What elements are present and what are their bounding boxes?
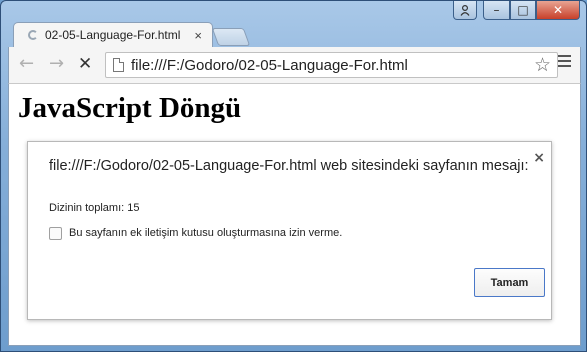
browser-toolbar: ← → ✕ file:///F:/Godoro/02-05-Language-F… [8,47,581,83]
user-icon[interactable] [453,1,477,20]
bookmark-star-icon[interactable]: ☆ [534,54,551,76]
back-arrow-icon[interactable]: ← [19,54,34,74]
new-tab-button[interactable] [211,28,251,46]
alert-dialog: file:///F:/Godoro/02-05-Language-For.htm… [27,141,552,320]
page-heading: JavaScript Döngü [18,92,242,124]
window-close-button[interactable]: ✕ [536,1,580,20]
tab-close-icon[interactable]: × [194,28,202,43]
page-icon [113,58,124,72]
tab-title: 02-05-Language-For.html [45,28,181,42]
ok-button[interactable]: Tamam [474,268,545,297]
dialog-message: Dizinin toplamı: 15 [49,202,140,214]
window-caption-buttons: – □ ✕ [453,1,580,22]
page-content: JavaScript Döngü file:///F:/Godoro/02-05… [8,83,581,346]
browser-window: – □ ✕ 02-05-Language-For.html × ← → ✕ fi… [0,0,587,352]
address-bar[interactable]: file:///F:/Godoro/02-05-Language-For.htm… [105,52,558,78]
maximize-button[interactable]: □ [510,1,536,20]
dialog-close-icon[interactable]: × [533,150,545,166]
forward-arrow-icon[interactable]: → [49,54,64,74]
loading-spinner-icon [28,30,38,40]
minimize-button[interactable]: – [483,1,510,20]
suppress-dialogs-label[interactable]: Bu sayfanın ek iletişim kutusu oluşturma… [69,227,342,239]
browser-tab[interactable]: 02-05-Language-For.html × [13,22,213,47]
hamburger-menu-icon[interactable] [558,55,571,70]
address-bar-url[interactable]: file:///F:/Godoro/02-05-Language-For.htm… [131,57,408,74]
stop-loading-icon[interactable]: ✕ [78,54,92,74]
dialog-title: file:///F:/Godoro/02-05-Language-For.htm… [49,158,529,174]
suppress-dialogs-checkbox[interactable] [49,227,62,240]
